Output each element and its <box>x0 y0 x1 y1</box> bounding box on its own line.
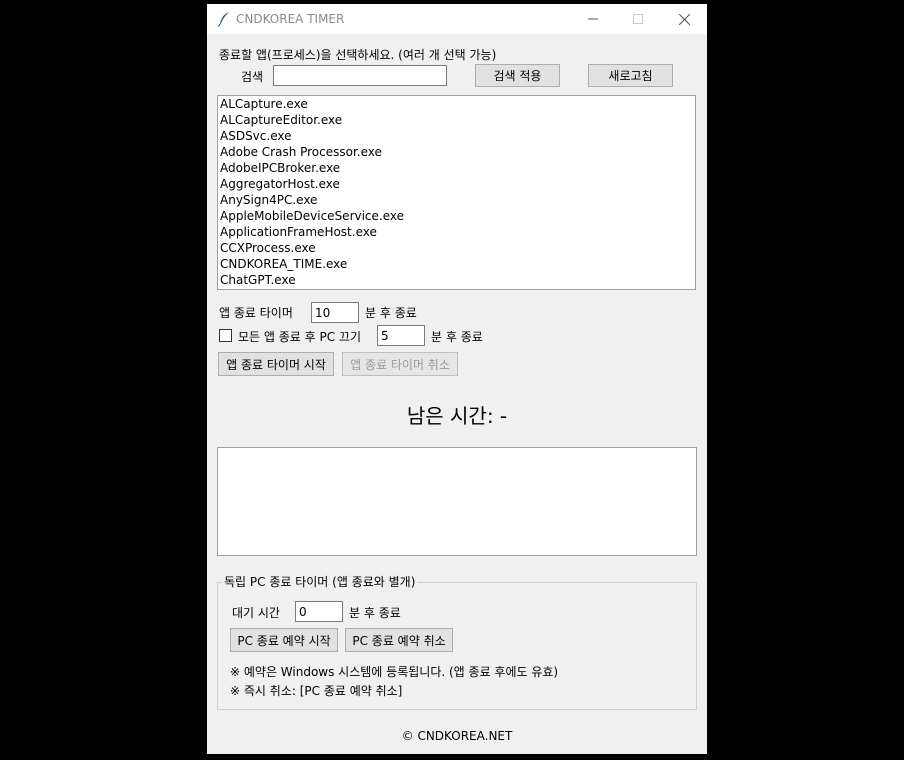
pc-off-checkbox-label: 모든 앱 종료 후 PC 끄기 <box>238 330 362 344</box>
process-listbox[interactable]: ALCapture.exe ALCaptureEditor.exe ASDSvc… <box>217 95 696 290</box>
instruction-label: 종료할 앱(프로세스)을 선택하세요. (여러 개 선택 가능) <box>219 48 497 62</box>
list-item[interactable]: AppleMobileDeviceService.exe <box>218 208 695 224</box>
start-app-timer-button[interactable]: 앱 종료 타이머 시작 <box>218 352 334 376</box>
close-icon <box>678 13 690 25</box>
pc-off-minutes-input[interactable]: 5 <box>377 325 425 346</box>
app-timer-label: 앱 종료 타이머 <box>219 306 293 320</box>
list-item[interactable]: CCXProcess.exe <box>218 240 695 256</box>
pc-shutdown-group-title: 독립 PC 종료 타이머 (앱 종료와 별개) <box>222 573 418 590</box>
start-pc-shutdown-button[interactable]: PC 종료 예약 시작 <box>230 628 338 652</box>
wait-time-label: 대기 시간 <box>232 606 280 620</box>
feather-icon <box>217 11 231 27</box>
app-timer-minutes-input[interactable]: 10 <box>311 302 359 323</box>
log-textbox[interactable] <box>217 447 697 556</box>
list-item[interactable]: AnySign4PC.exe <box>218 192 695 208</box>
maximize-icon <box>633 14 643 24</box>
minimize-button[interactable] <box>570 4 616 34</box>
app-timer-suffix: 분 후 종료 <box>365 306 417 320</box>
wait-time-input[interactable]: 0 <box>295 601 343 622</box>
list-item[interactable]: CNDKOREA_TIME.exe <box>218 256 695 272</box>
list-item[interactable]: AggregatorHost.exe <box>218 176 695 192</box>
search-label: 검색 <box>241 70 264 84</box>
close-button[interactable] <box>661 4 707 34</box>
note-registration: ※ 예약은 Windows 시스템에 등록됩니다. (앱 종료 후에도 유효) <box>230 665 559 679</box>
list-item[interactable]: ChatGPT.exe <box>218 272 695 288</box>
list-item[interactable]: ALCapture.exe <box>218 96 695 112</box>
remaining-time-label: 남은 시간: - <box>406 404 508 428</box>
list-item[interactable]: ALCaptureEditor.exe <box>218 112 695 128</box>
note-cancel: ※ 즉시 취소: [PC 종료 예약 취소] <box>230 684 403 698</box>
refresh-button[interactable]: 새로고침 <box>588 64 673 87</box>
list-item[interactable]: ASDSvc.exe <box>218 128 695 144</box>
wait-time-suffix: 분 후 종료 <box>349 606 401 620</box>
cancel-pc-shutdown-button[interactable]: PC 종료 예약 취소 <box>345 628 453 652</box>
search-input[interactable] <box>273 65 447 86</box>
list-item[interactable]: Adobe Crash Processor.exe <box>218 144 695 160</box>
title-bar[interactable]: CNDKOREA TIMER <box>207 4 707 34</box>
main-window: CNDKOREA TIMER 종료할 앱(프로세스)을 선택하세요. (여러 개… <box>207 4 707 754</box>
footer-copyright: © CNDKOREA.NET <box>401 729 513 743</box>
pc-off-suffix: 분 후 종료 <box>431 330 483 344</box>
list-item[interactable]: ApplicationFrameHost.exe <box>218 224 695 240</box>
window-title: CNDKOREA TIMER <box>236 12 345 26</box>
cancel-app-timer-button[interactable]: 앱 종료 타이머 취소 <box>342 352 458 376</box>
minimize-icon <box>588 14 598 24</box>
list-item[interactable]: AdobeIPCBroker.exe <box>218 160 695 176</box>
maximize-button[interactable] <box>615 4 661 34</box>
pc-off-checkbox[interactable] <box>219 329 232 342</box>
apply-search-button[interactable]: 검색 적용 <box>475 64 560 87</box>
